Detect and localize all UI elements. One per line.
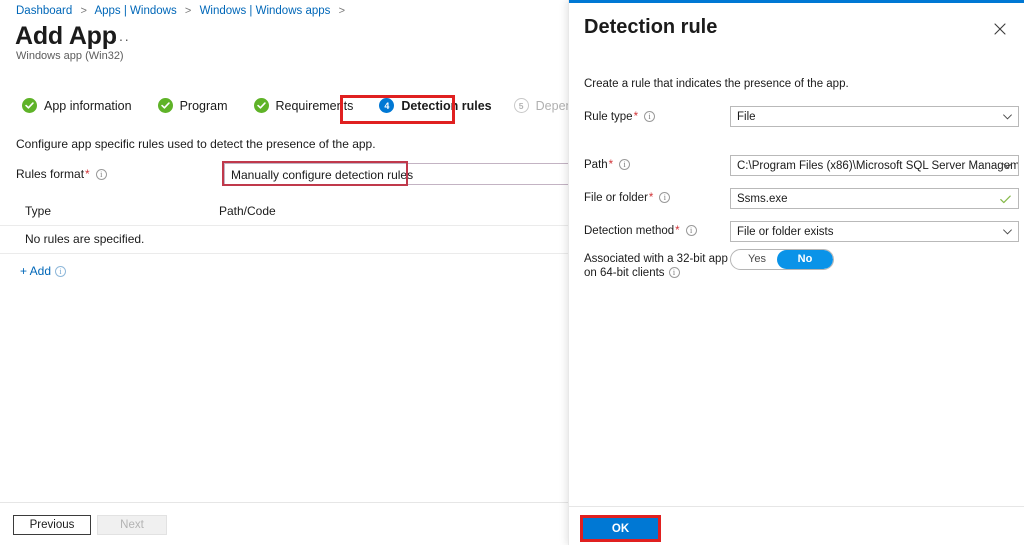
toggle-option-no[interactable]: No — [777, 250, 833, 269]
panel-accent-bar — [569, 0, 1024, 3]
info-icon[interactable]: i — [95, 169, 107, 180]
wizard-step-app-information[interactable]: App information — [22, 98, 132, 113]
wizard-step-detection-rules[interactable]: 4 Detection rules — [379, 98, 492, 113]
wizard-step-label: Detection rules — [401, 98, 492, 113]
wizard-step-label: App information — [44, 98, 132, 113]
footer-divider — [0, 502, 568, 503]
required-marker: * — [648, 192, 654, 204]
breadcrumb-separator: > — [184, 5, 192, 17]
rule-type-dropdown[interactable]: File — [730, 106, 1019, 127]
checkmark-icon — [1000, 195, 1011, 203]
empty-state-message: No rules are specified. — [25, 232, 145, 246]
app-root: Dashboard > Apps | Windows > Windows | W… — [0, 0, 1024, 545]
toggle-option-yes[interactable]: Yes — [731, 250, 783, 269]
rule-type-label-text: Rule type — [584, 111, 633, 123]
rule-type-value: File — [737, 111, 756, 123]
file-or-folder-input[interactable]: Ssms.exe — [730, 188, 1019, 209]
breadcrumb: Dashboard > Apps | Windows > Windows | W… — [16, 5, 350, 17]
step-number-icon: 5 — [513, 98, 529, 113]
rules-format-label-text: Rules format — [16, 167, 85, 181]
wizard-step-program[interactable]: Program — [157, 98, 228, 113]
path-label-text: Path — [584, 159, 608, 171]
panel-description: Create a rule that indicates the presenc… — [584, 78, 849, 90]
file-or-folder-label-text: File or folder — [584, 192, 648, 204]
info-icon[interactable]: i — [659, 192, 671, 203]
section-description: Configure app specific rules used to det… — [16, 137, 376, 151]
required-marker: * — [633, 111, 639, 123]
add-rule-label: + Add — [20, 264, 52, 278]
step-number-icon: 4 — [379, 98, 395, 113]
chevron-down-icon — [1003, 162, 1012, 169]
check-circle-icon — [157, 98, 173, 113]
associated-32bit-label-line2: on 64-bit clients — [584, 267, 665, 279]
detection-rule-panel: Detection rule Create a rule that indica… — [568, 0, 1024, 545]
path-combobox[interactable]: C:\Program Files (x86)\Microsoft SQL Ser… — [730, 155, 1019, 176]
breadcrumb-item-windows-apps[interactable]: Windows | Windows apps — [200, 5, 331, 17]
path-label: Path* i — [584, 159, 631, 171]
required-marker: * — [608, 159, 614, 171]
required-marker: * — [675, 225, 680, 237]
associated-32bit-toggle[interactable]: Yes No — [730, 249, 834, 270]
breadcrumb-separator: > — [338, 5, 346, 17]
ok-button[interactable]: OK — [583, 518, 658, 539]
breadcrumb-item-dashboard[interactable]: Dashboard — [16, 5, 72, 17]
wizard-step-label: Program — [179, 98, 228, 113]
next-button: Next — [97, 515, 167, 535]
info-icon[interactable]: i — [668, 267, 680, 278]
detection-method-label: Detection method* i — [584, 225, 697, 237]
panel-footer-divider — [569, 506, 1024, 507]
column-header-path-code: Path/Code — [219, 204, 276, 218]
associated-32bit-label: Associated with a 32-bit app — [584, 252, 728, 266]
rules-table-empty-row: No rules are specified. — [0, 226, 568, 254]
associated-32bit-label-second-line: on 64-bit clients i — [584, 267, 680, 279]
panel-title: Detection rule — [584, 16, 718, 38]
detection-method-value: File or folder exists — [737, 226, 834, 238]
previous-button[interactable]: Previous — [13, 515, 91, 535]
associated-32bit-label-line1: Associated with a 32-bit app — [584, 253, 728, 265]
info-icon[interactable]: i — [644, 111, 656, 122]
info-icon[interactable]: i — [619, 159, 631, 170]
close-icon[interactable] — [989, 18, 1011, 40]
detection-method-dropdown[interactable]: File or folder exists — [730, 221, 1019, 242]
chevron-down-icon — [1003, 228, 1012, 235]
column-header-type: Type — [25, 204, 52, 218]
wizard-step-label: Dependencies — [535, 98, 568, 113]
check-circle-icon — [22, 98, 37, 113]
required-marker: * — [85, 167, 90, 181]
info-icon[interactable]: i — [685, 225, 697, 236]
add-rule-link[interactable]: + Add i — [20, 264, 67, 278]
rules-table-header: Type Path/Code — [0, 198, 568, 226]
wizard-step-requirements[interactable]: Requirements — [253, 98, 354, 113]
check-circle-icon — [253, 98, 269, 113]
wizard-step-dependencies: 5 Dependencies — [513, 98, 568, 113]
chevron-down-icon — [1003, 113, 1012, 120]
wizard-steps: App information Program Requirements 4 D… — [22, 98, 568, 113]
add-app-blade: Dashboard > Apps | Windows > Windows | W… — [0, 0, 568, 545]
page-overflow-menu[interactable]: ··· — [113, 31, 130, 47]
breadcrumb-item-apps-windows[interactable]: Apps | Windows — [94, 5, 176, 17]
file-or-folder-label: File or folder* i — [584, 192, 671, 204]
detection-method-label-text: Detection method — [584, 225, 675, 237]
path-value: C:\Program Files (x86)\Microsoft SQL Ser… — [737, 160, 1019, 172]
info-icon[interactable]: i — [55, 266, 67, 277]
page-subtitle: Windows app (Win32) — [16, 50, 124, 62]
breadcrumb-separator: > — [80, 5, 87, 17]
rules-format-label: Rules format* i — [16, 167, 107, 181]
wizard-step-label: Requirements — [275, 98, 354, 113]
file-or-folder-value: Ssms.exe — [737, 193, 788, 205]
rule-type-label: Rule type* i — [584, 111, 656, 123]
page-title: Add App — [15, 22, 117, 50]
rules-format-input[interactable]: Manually configure detection rules — [224, 163, 568, 185]
